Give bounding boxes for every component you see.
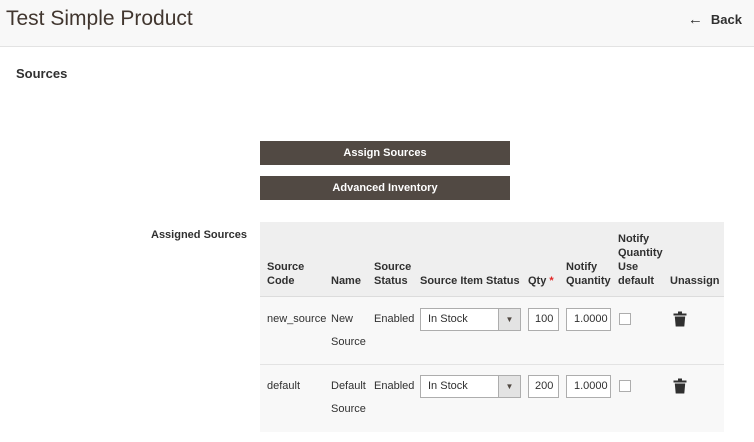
back-button[interactable]: ← Back — [688, 11, 742, 28]
column-notify-use-default: Notify Quantity Use default — [618, 233, 663, 287]
notify-quantity-input[interactable]: 1.0000 — [566, 308, 611, 331]
advanced-inventory-button[interactable]: Advanced Inventory — [260, 176, 510, 200]
use-default-checkbox[interactable] — [619, 380, 631, 392]
assigned-sources-grid: Source Code Name Source Status Source It… — [260, 222, 724, 432]
source-item-status-select[interactable]: In Stock ▼ — [420, 375, 521, 398]
required-marker: * — [549, 275, 554, 287]
table-row: new_source New Source Enabled In Stock ▼… — [260, 298, 724, 365]
assigned-sources-label: Assigned Sources — [151, 229, 247, 241]
notify-quantity-input[interactable]: 1.0000 — [566, 375, 611, 398]
source-status-cell: Enabled — [374, 380, 415, 392]
back-label: Back — [710, 12, 742, 27]
source-code-cell: default — [267, 380, 301, 392]
column-name: Name — [331, 275, 361, 287]
trash-icon[interactable] — [673, 378, 687, 394]
chevron-down-icon: ▼ — [498, 309, 520, 330]
assign-sources-button[interactable]: Assign Sources — [260, 141, 510, 165]
qty-input[interactable]: 200 — [528, 375, 559, 398]
source-code-cell: new_source — [267, 313, 327, 325]
column-source-code: Source Code — [267, 261, 305, 287]
source-item-status-select[interactable]: In Stock ▼ — [420, 308, 521, 331]
source-status-cell: Enabled — [374, 313, 415, 325]
arrow-left-icon: ← — [687, 11, 703, 28]
source-name-cell: Default Source — [331, 380, 366, 415]
source-name-cell: New Source — [331, 313, 366, 348]
trash-icon[interactable] — [673, 311, 687, 327]
page-title: Test Simple Product — [6, 7, 193, 30]
table-row: default Default Source Enabled In Stock … — [260, 365, 724, 432]
column-notify-quantity: Notify Quantity — [566, 261, 611, 287]
chevron-down-icon: ▼ — [498, 376, 520, 397]
column-source-item-status: Source Item Status — [420, 275, 520, 287]
qty-input[interactable]: 100 — [528, 308, 559, 331]
column-source-status: Source Status — [374, 261, 412, 287]
column-qty: Qty * — [528, 275, 554, 287]
sources-section-title: Sources — [16, 66, 68, 81]
grid-header: Source Code Name Source Status Source It… — [260, 222, 724, 297]
column-unassign: Unassign — [670, 275, 720, 287]
use-default-checkbox[interactable] — [619, 313, 631, 325]
page-header: Test Simple Product ← Back — [0, 0, 754, 47]
